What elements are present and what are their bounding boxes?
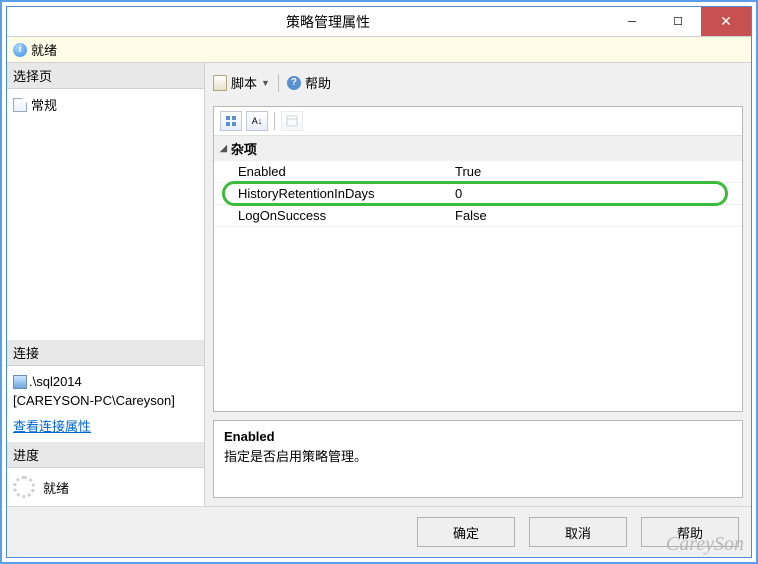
pages-icon xyxy=(286,115,298,127)
right-pane: 脚本 ▼ ? 帮助 A↓ xyxy=(205,63,751,506)
property-key: LogOnSuccess xyxy=(214,205,449,226)
script-button[interactable]: 脚本 ▼ xyxy=(213,73,270,92)
chevron-down-icon: ▼ xyxy=(261,78,270,88)
page-item-general[interactable]: 常规 xyxy=(13,93,198,116)
info-icon: i xyxy=(13,43,27,57)
toolbar-separator xyxy=(274,112,275,130)
script-icon xyxy=(213,75,227,91)
connection-server: .\sql2014 xyxy=(29,374,82,389)
help-icon: ? xyxy=(287,76,301,90)
page-icon xyxy=(13,98,27,112)
cancel-button[interactable]: 取消 xyxy=(529,517,627,547)
alphabetical-button[interactable]: A↓ xyxy=(246,111,268,131)
connection-body: .\sql2014 [CAREYSON-PC\Careyson] 查看连接属性 xyxy=(7,366,204,443)
page-item-label: 常规 xyxy=(31,95,57,114)
script-label: 脚本 xyxy=(231,73,257,92)
categorized-icon xyxy=(225,115,237,127)
property-grid: ◢ 杂项 Enabled True HistoryRetentionInDays… xyxy=(214,136,742,411)
categorized-button[interactable] xyxy=(220,111,242,131)
description-panel: Enabled 指定是否启用策略管理。 xyxy=(213,420,743,498)
property-grid-panel: A↓ ◢ 杂项 Enabled True xyxy=(213,106,743,412)
property-pages-button xyxy=(281,111,303,131)
property-grid-toolbar: A↓ xyxy=(214,107,742,136)
window-title: 策略管理属性 xyxy=(47,12,609,32)
property-value: 0 xyxy=(449,183,742,204)
progress-text: 就绪 xyxy=(43,478,69,497)
ok-button[interactable]: 确定 xyxy=(417,517,515,547)
select-page-header: 选择页 xyxy=(7,63,204,89)
description-text: 指定是否启用策略管理。 xyxy=(224,446,732,465)
dialog-window: 策略管理属性 ─ ☐ ✕ i 就绪 选择页 常规 连接 .\sql2014 [C xyxy=(6,6,752,558)
body-area: 选择页 常规 连接 .\sql2014 [CAREYSON-PC\Careyso… xyxy=(7,63,751,506)
toolbar-separator xyxy=(278,74,279,92)
screenshot-frame: 策略管理属性 ─ ☐ ✕ i 就绪 选择页 常规 连接 .\sql2014 [C xyxy=(0,0,758,564)
close-button[interactable]: ✕ xyxy=(701,7,751,36)
property-key: Enabled xyxy=(214,161,449,182)
description-title: Enabled xyxy=(224,429,732,444)
sort-az-icon: A↓ xyxy=(252,116,263,126)
status-bar: i 就绪 xyxy=(7,37,751,63)
help-button[interactable]: 帮助 xyxy=(641,517,739,547)
property-key: HistoryRetentionInDays xyxy=(214,183,449,204)
server-icon xyxy=(13,375,27,389)
property-row-history-retention[interactable]: HistoryRetentionInDays 0 xyxy=(214,183,742,205)
view-connection-props-link[interactable]: 查看连接属性 xyxy=(13,419,91,434)
property-value: True xyxy=(449,161,742,182)
connection-user: [CAREYSON-PC\Careyson] xyxy=(13,391,198,411)
progress-header: 进度 xyxy=(7,442,204,468)
window-controls: ─ ☐ ✕ xyxy=(609,7,751,36)
maximize-button[interactable]: ☐ xyxy=(655,7,701,36)
connection-header: 连接 xyxy=(7,340,204,366)
progress-body: 就绪 xyxy=(7,468,204,506)
status-text: 就绪 xyxy=(31,40,57,59)
help-toolbar-button[interactable]: ? 帮助 xyxy=(287,73,331,92)
property-row-enabled[interactable]: Enabled True xyxy=(214,161,742,183)
minimize-button[interactable]: ─ xyxy=(609,7,655,36)
progress-spinner-icon xyxy=(13,476,35,498)
select-page-body: 常规 xyxy=(7,89,204,120)
right-toolbar: 脚本 ▼ ? 帮助 xyxy=(213,71,743,98)
property-value: False xyxy=(449,205,742,226)
collapse-icon: ◢ xyxy=(220,143,227,154)
category-label: 杂项 xyxy=(231,139,257,158)
category-header[interactable]: ◢ 杂项 xyxy=(214,136,742,161)
help-label: 帮助 xyxy=(305,73,331,92)
dialog-button-row: 确定 取消 帮助 xyxy=(7,506,751,557)
property-row-log-on-success[interactable]: LogOnSuccess False xyxy=(214,205,742,227)
titlebar: 策略管理属性 ─ ☐ ✕ xyxy=(7,7,751,37)
left-pane: 选择页 常规 连接 .\sql2014 [CAREYSON-PC\Careyso… xyxy=(7,63,205,506)
